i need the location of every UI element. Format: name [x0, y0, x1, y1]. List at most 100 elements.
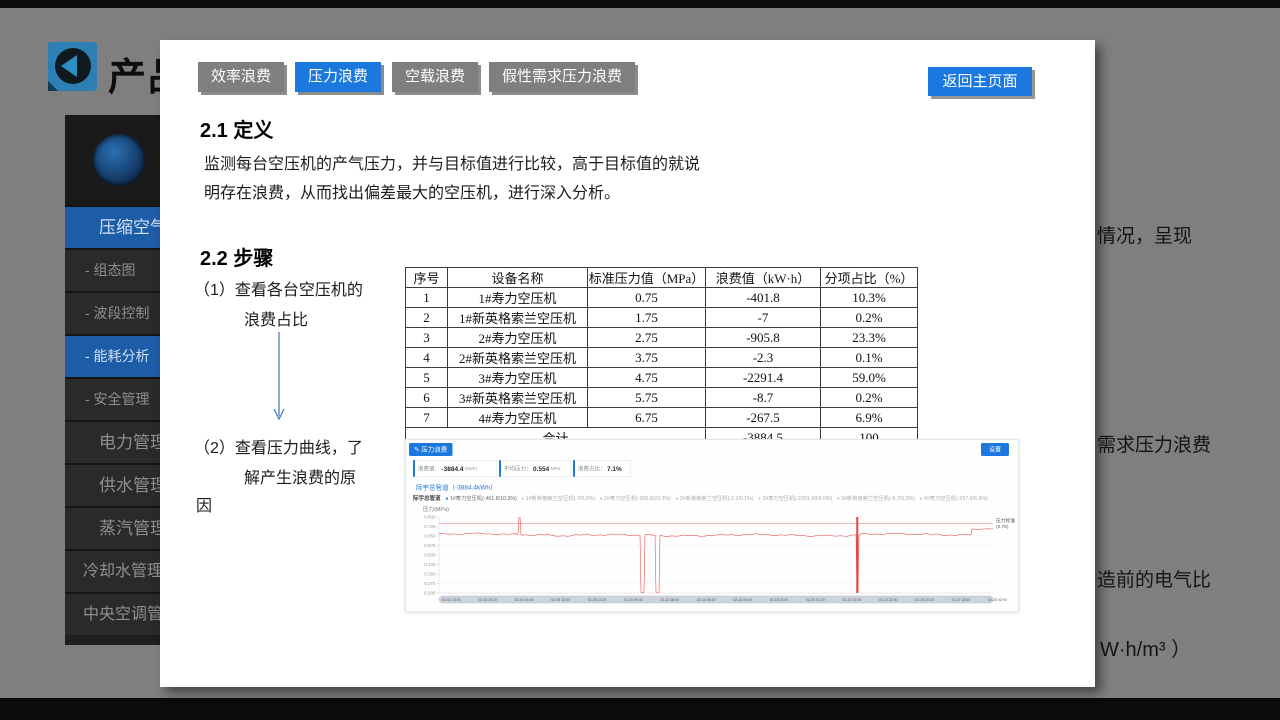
svg-text:02-10 09:40: 02-10 09:40 [624, 598, 643, 602]
legend-item-5: ● 3#寿力空压机(-2291.4/59.0%) [758, 496, 832, 502]
back-play-icon[interactable] [48, 42, 97, 91]
table-cell: 1#新英格索兰空压机 [448, 308, 588, 328]
icon-fold-corner [48, 81, 58, 91]
step1-line-1: （1）查看各台空压机的 [194, 276, 363, 300]
screenshot-content: ✎ 压力浪费 设置 浪费值：-3884.4(kWh)平均压力：0.554MPa浪… [406, 440, 1018, 611]
legend-title: 际宇总管道 [413, 496, 441, 502]
return-home-button[interactable]: 返回主页面 [928, 67, 1032, 96]
pressure-line-chart: 压力(MPa) 0.800 0.725 0.650 0.575 0.500 0.425 0.3… [409, 503, 1015, 609]
waste-tabs: 效率浪费压力浪费空载浪费假性需求压力浪费 [198, 62, 635, 92]
chart-legend: 际宇总管道 ● 1#寿力空压机(-401.8/10.3%) ● 1#新英格索兰空压机… [413, 494, 1013, 502]
svg-text:02-01 18:00: 02-01 18:00 [442, 598, 461, 602]
table-cell: 4#寿力空压机 [448, 408, 588, 428]
steps-heading: 2.2 步骤 [200, 242, 273, 271]
table-cell: 23.3% [821, 328, 918, 348]
stat-box-1: 浪费值：-3884.4(kWh) [413, 460, 497, 477]
table-cell: 5 [406, 368, 448, 388]
table-cell: 3#新英格索兰空压机 [448, 388, 588, 408]
table-cell: 10.3% [821, 288, 918, 308]
top-black-bar [0, 0, 1280, 8]
table-cell: 6.9% [821, 408, 918, 428]
tab-2[interactable]: 压力浪费 [295, 62, 381, 92]
company-logo-icon [93, 134, 145, 186]
table-cell: 6.75 [588, 408, 706, 428]
legend-item-4: ● 2#新英格索兰空压机(-2.3/0.1%) [675, 496, 753, 502]
table-cell: -2291.4 [706, 368, 821, 388]
table-cell: 2#寿力空压机 [448, 328, 588, 348]
svg-text:02-06 13:00: 02-06 13:00 [551, 598, 570, 602]
svg-text:02-27 18:40: 02-27 18:40 [952, 598, 971, 602]
table-cell: 0.75 [588, 288, 706, 308]
svg-text:0.725: 0.725 [424, 524, 436, 529]
tab-4[interactable]: 假性需求压力浪费 [489, 62, 635, 92]
definition-line-1: 监测每台空压机的产气压力，并与目标值进行比较，高于目标值的就说 [204, 150, 700, 174]
step2-line-1: （2）查看压力曲线，了 [194, 434, 363, 458]
table-row: 32#寿力空压机2.75-905.823.3% [406, 328, 918, 348]
svg-text:0.650: 0.650 [424, 534, 436, 539]
table-header-cell: 序号 [406, 268, 448, 288]
table-cell: 2#新英格索兰空压机 [448, 348, 588, 368]
table-cell: 1 [406, 288, 448, 308]
svg-text:02-14 06:20: 02-14 06:20 [697, 598, 716, 602]
tab-1[interactable]: 效率浪费 [198, 62, 284, 92]
table-row: 53#寿力空压机4.75-2291.459.0% [406, 368, 918, 388]
legend-item-7: ● 4#寿力空压机(-267.5/6.9%) [919, 496, 987, 502]
table-header-row: 序号设备名称标准压力值（MPa）浪费值（kW·h）分项占比（%） [406, 268, 918, 288]
table-header-cell: 设备名称 [448, 268, 588, 288]
table-cell: -401.8 [706, 288, 821, 308]
table-header-cell: 标准压力值（MPa） [588, 268, 706, 288]
svg-text:02-18 03:00: 02-18 03:00 [770, 598, 789, 602]
table-cell: 0.2% [821, 388, 918, 408]
table-cell: 1#寿力空压机 [448, 288, 588, 308]
presentation-stage: 产品 匠 压缩空气管理- 组态图- 波段控制- 能耗分析- 安全管理电力管理供水… [0, 0, 1280, 720]
bottom-black-bar [0, 698, 1280, 720]
svg-text:0.500: 0.500 [424, 553, 436, 558]
table-header-cell: 浪费值（kW·h） [706, 268, 821, 288]
table-cell: 3 [406, 328, 448, 348]
table-cell: 1.75 [588, 308, 706, 328]
table-row: 42#新英格索兰空压机3.75-2.30.1% [406, 348, 918, 368]
legend-item-2: ● 1#新英格索兰空压机(-7/0.2%) [521, 496, 595, 502]
table-row: 74#寿力空压机6.75-267.56.9% [406, 408, 918, 428]
svg-text:0.275: 0.275 [424, 581, 436, 586]
bg-text-fragment-1: 情况，呈现 [1097, 221, 1192, 248]
waste-table: 序号设备名称标准压力值（MPa）浪费值（kW·h）分项占比（%）11#寿力空压机… [405, 267, 918, 448]
down-arrow-icon [270, 330, 288, 424]
table-cell: 2.75 [588, 328, 706, 348]
svg-text:0.575: 0.575 [424, 543, 436, 548]
legend-item-6: ● 3#新英格索兰空压机(-8.7/0.2%) [837, 496, 915, 502]
table-cell: -2.3 [706, 348, 821, 368]
table-cell: -905.8 [706, 328, 821, 348]
svg-text:02-02 16:20: 02-02 16:20 [478, 598, 497, 602]
table-row: 21#新英格索兰空压机1.75-70.2% [406, 308, 918, 328]
svg-text:0.350: 0.350 [424, 572, 436, 577]
svg-text:(0.75): (0.75) [996, 524, 1009, 530]
bg-text-fragment-4: W·h/m³ ） [1100, 633, 1191, 662]
svg-text:02-28 02:00: 02-28 02:00 [988, 598, 1007, 602]
table-cell: 4 [406, 348, 448, 368]
svg-text:02-25 20:20: 02-25 20:20 [915, 598, 934, 602]
svg-text:压力(MPa): 压力(MPa) [423, 505, 449, 513]
table-cell: 0.1% [821, 348, 918, 368]
svg-text:02-12 08:00: 02-12 08:00 [660, 598, 679, 602]
table-cell: 3#寿力空压机 [448, 368, 588, 388]
legend-item-1: ● 1#寿力空压机(-401.8/10.3%) [446, 496, 517, 502]
table-cell: -8.7 [706, 388, 821, 408]
pipeline-link: 际宇总管道（-3884.4kWh） [416, 482, 497, 492]
svg-text:0.425: 0.425 [424, 562, 436, 567]
definition-line-2: 明存在浪费，从而找出偏差最大的空压机，进行深入分析。 [204, 179, 620, 203]
table-cell: 5.75 [588, 388, 706, 408]
svg-text:0.800: 0.800 [424, 515, 436, 520]
table-cell: 4.75 [588, 368, 706, 388]
svg-text:02-04 14:40: 02-04 14:40 [515, 598, 534, 602]
step2-line-3: 因 [196, 492, 212, 516]
screenshot-pressure-tab: ✎ 压力浪费 [409, 443, 452, 456]
svg-text:02-21 23:40: 02-21 23:40 [842, 598, 861, 602]
table-cell: -7 [706, 308, 821, 328]
table-cell: 6 [406, 388, 448, 408]
icon-left-triangle [61, 55, 77, 77]
table-cell: 7 [406, 408, 448, 428]
tab-3[interactable]: 空载浪费 [392, 62, 478, 92]
screenshot-settings-button: 设置 [981, 443, 1009, 456]
svg-text:02-23 22:00: 02-23 22:00 [879, 598, 898, 602]
